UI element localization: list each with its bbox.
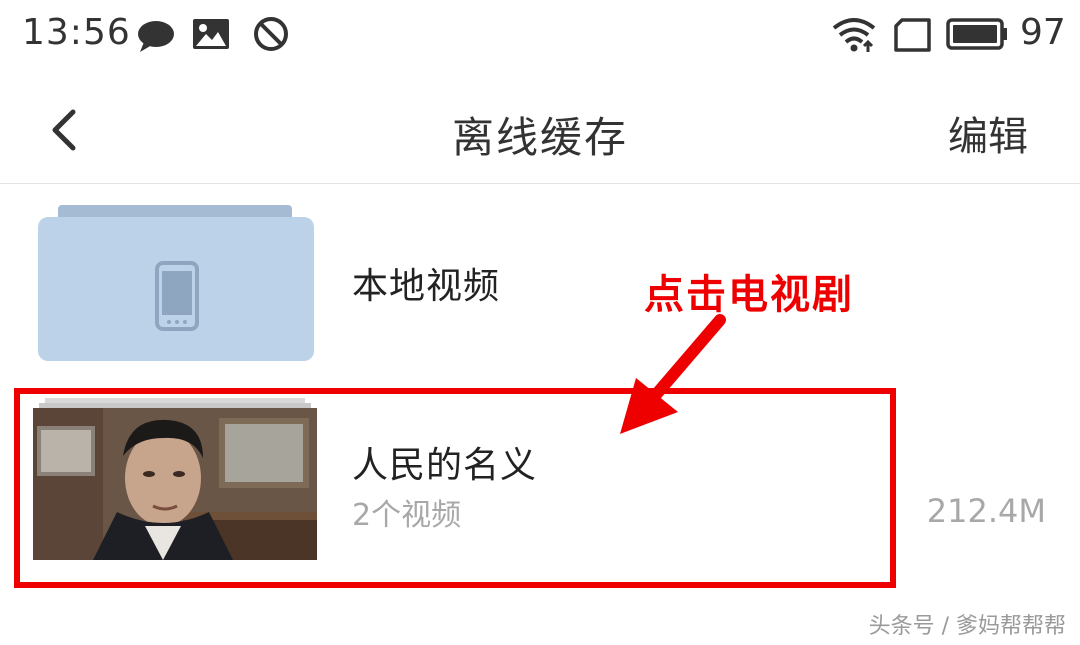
series-title: 人民的名义 bbox=[352, 445, 538, 486]
battery-icon bbox=[946, 18, 1008, 54]
wifi-icon bbox=[832, 16, 876, 58]
edit-button[interactable]: 编辑 bbox=[948, 104, 1028, 162]
status-bar: 13:56 97 bbox=[0, 0, 1080, 72]
image-icon bbox=[192, 18, 230, 54]
series-video-count: 2个视频 bbox=[352, 498, 462, 533]
chat-bubble-icon bbox=[136, 20, 176, 58]
list-item-local-videos[interactable]: 本地视频 bbox=[0, 195, 1080, 370]
video-thumbnail-image bbox=[33, 408, 317, 560]
battery-level: 97 bbox=[1020, 12, 1066, 53]
folder-thumbnail bbox=[38, 205, 314, 361]
series-file-size: 212.4M bbox=[926, 492, 1046, 530]
local-videos-label: 本地视频 bbox=[352, 266, 501, 307]
series-thumbnail bbox=[33, 398, 317, 560]
watermark-text: 头条号 / 爹妈帮帮帮 bbox=[868, 614, 1066, 639]
sim-icon bbox=[894, 18, 932, 56]
annotation-arrow-icon bbox=[620, 314, 726, 434]
phone-icon bbox=[155, 261, 199, 331]
app-header: 离线缓存 编辑 bbox=[0, 72, 1080, 184]
status-time: 13:56 bbox=[22, 12, 131, 53]
do-not-disturb-icon bbox=[253, 16, 289, 56]
list-item-series[interactable]: 人民的名义 2个视频 212.4M bbox=[0, 398, 1080, 568]
page-title: 离线缓存 bbox=[451, 113, 628, 162]
